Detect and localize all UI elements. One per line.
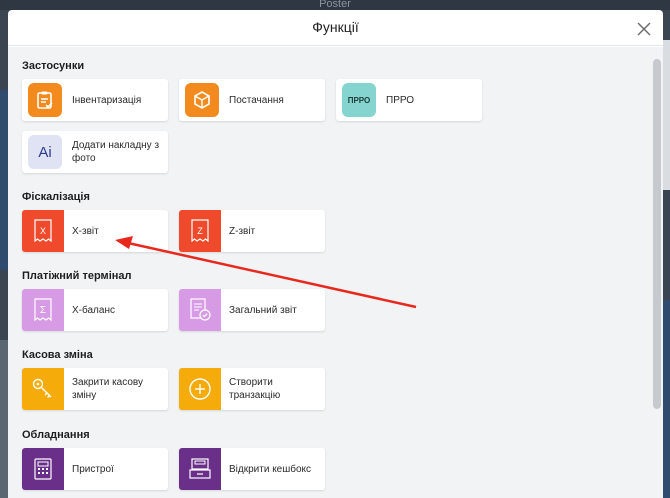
card-label: Х-баланс: [72, 304, 115, 316]
modal-body: Застосунки Інвентаризація Постачання ПРР…: [8, 47, 651, 498]
card-add-invoice-photo[interactable]: Ai Додати накладну з фото: [22, 131, 168, 173]
ai-icon: Ai: [28, 135, 62, 169]
receipt-z-letter: Z: [197, 226, 203, 236]
card-devices[interactable]: Пристрої: [22, 448, 168, 490]
card-supply[interactable]: Постачання: [179, 79, 325, 121]
background-tile: [663, 300, 670, 498]
clipboard-check-icon: [28, 83, 62, 117]
card-create-transaction[interactable]: Створити транзакцію: [179, 368, 325, 410]
plus-circle-icon: [179, 368, 221, 410]
close-button[interactable]: [633, 18, 655, 40]
card-icon-wrap: Ai: [22, 131, 64, 173]
card-label: ПРРО: [386, 94, 415, 106]
card-open-cashbox[interactable]: Відкрити кешбокс: [179, 448, 325, 490]
card-general-report[interactable]: Загальний звіт: [179, 289, 325, 331]
section-title-payment-terminal: Платіжний термінал: [22, 270, 132, 282]
section-title-equipment: Обладнання: [22, 429, 90, 441]
receipt-sigma-letter: Σ: [39, 304, 47, 316]
card-label: Інвентаризація: [72, 94, 142, 106]
close-icon: [637, 22, 651, 36]
card-inventory[interactable]: Інвентаризація: [22, 79, 168, 121]
card-label: Пристрої: [72, 463, 114, 475]
card-z-report[interactable]: Z Z-звіт: [179, 210, 325, 252]
prro-badge-text: ПРРО: [347, 95, 371, 105]
key-icon: [22, 368, 64, 410]
card-icon-wrap: [179, 79, 221, 121]
scrollbar-thumb[interactable]: [653, 59, 661, 409]
receipt-x-icon: X: [22, 210, 64, 252]
calculator-icon: [22, 448, 64, 490]
background-tile: [0, 90, 8, 270]
modal-title: Функції: [312, 19, 359, 35]
section-title-apps: Застосунки: [22, 60, 85, 72]
modal-header: Функції: [8, 10, 663, 46]
box-icon: [185, 83, 219, 117]
card-label: Створити транзакцію: [229, 377, 281, 401]
cashbox-icon: [179, 448, 221, 490]
background-tile: [0, 340, 8, 498]
prro-badge-icon: ПРРО: [342, 83, 376, 117]
receipt-x-letter: X: [39, 226, 46, 236]
card-label: Постачання: [229, 94, 284, 106]
card-prro[interactable]: ПРРО ПРРО: [336, 79, 482, 121]
background-tile: [663, 40, 670, 190]
card-x-balance[interactable]: Σ Х-баланс: [22, 289, 168, 331]
ai-icon-text: Ai: [38, 143, 52, 161]
card-label: Відкрити кешбокс: [229, 463, 312, 475]
card-icon-wrap: [22, 79, 64, 121]
functions-modal: Функції Застосунки Інвентаризація Постач…: [8, 10, 663, 498]
card-close-shift[interactable]: Закрити касову зміну: [22, 368, 168, 410]
card-label: Z-звіт: [229, 225, 256, 237]
background-app-title: Poster: [319, 0, 351, 10]
section-title-fiscal: Фіскалізація: [22, 191, 90, 203]
card-label: Додати накладну з фото: [72, 140, 160, 164]
card-x-report[interactable]: X X-звіт: [22, 210, 168, 252]
receipt-z-icon: Z: [179, 210, 221, 252]
card-label: Закрити касову зміну: [72, 377, 143, 401]
card-label: Загальний звіт: [229, 304, 297, 316]
card-label: X-звіт: [72, 225, 99, 237]
report-check-icon: [179, 289, 221, 331]
section-title-cash-shift: Касова зміна: [22, 349, 93, 361]
card-icon-wrap: ПРРО: [336, 79, 378, 121]
receipt-sigma-icon: Σ: [22, 289, 64, 331]
